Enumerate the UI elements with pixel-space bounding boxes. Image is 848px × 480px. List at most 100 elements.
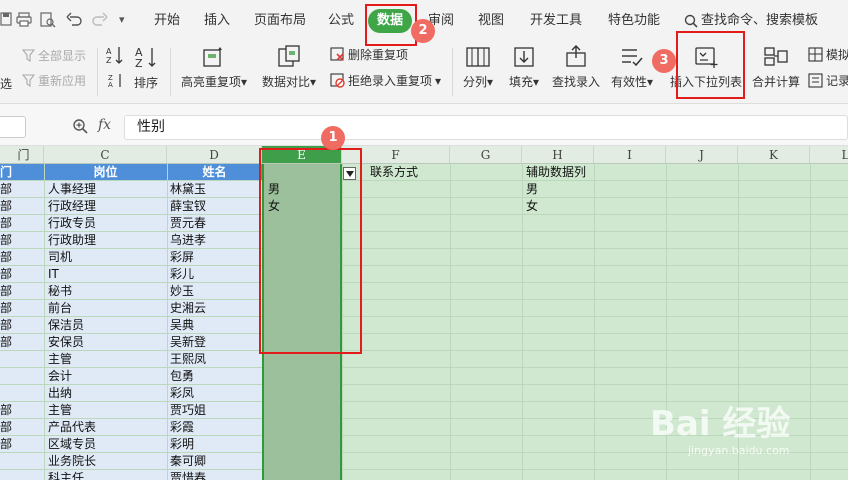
worksheet-grid[interactable]: 门 C D E F G H I J K L 门岗位姓名性别联系方式辅助数据列部人… [0,146,848,480]
cell-name[interactable]: 史湘云 [167,300,262,316]
filter-dropdown-button[interactable] [343,167,356,180]
cell-name[interactable]: 彩霞 [167,419,262,435]
cell-name[interactable]: 贾惜春 [167,470,262,480]
zoom-icon[interactable] [72,118,88,137]
cell-position[interactable]: 保洁员 [44,317,167,333]
cell-name[interactable]: 包勇 [167,368,262,384]
formula-input[interactable]: 性别 [124,115,848,140]
column-header-k[interactable]: K [738,146,810,164]
tab-data[interactable]: 数据 [368,9,412,33]
cell-name[interactable]: 吴新登 [167,334,262,350]
cell-name[interactable]: 彩凤 [167,385,262,401]
cell-name[interactable]: 彩屏 [167,249,262,265]
highlight-duplicates-button[interactable]: 高亮重复项▾ [178,45,250,90]
column-header-b[interactable]: 门 [0,146,44,164]
cell-gender[interactable]: 女 [268,198,338,214]
tab-insert[interactable]: 插入 [204,12,230,30]
show-all-button[interactable]: 全部显示 [22,47,86,64]
cell-position[interactable]: 科主任 [44,470,167,480]
header-cell-contact[interactable]: 联系方式 [370,164,450,180]
column-header-i[interactable]: I [594,146,666,164]
column-header-f[interactable]: F [342,146,450,164]
cell-position[interactable]: 会计 [44,368,167,384]
fill-button[interactable]: 填充▾ [504,45,544,90]
cell-position[interactable]: 区域专员 [44,436,167,452]
name-box[interactable] [0,116,26,138]
cell-department[interactable]: 部 [0,249,44,265]
cell-department[interactable]: 部 [0,181,44,197]
cell-department[interactable] [0,470,44,480]
ribbon-select-fragment[interactable]: 选 [0,75,12,92]
cell-name[interactable]: 彩明 [167,436,262,452]
cell-position[interactable]: IT [44,266,167,282]
sort-ascending-button[interactable]: AZ [106,45,124,65]
cell-department[interactable]: 部 [0,198,44,214]
save-icon[interactable] [0,12,12,29]
column-header-h[interactable]: H [522,146,594,164]
header-cell-position[interactable]: 岗位 [44,164,167,180]
tab-special[interactable]: 特色功能 [608,12,660,30]
cell-position[interactable]: 安保员 [44,334,167,350]
cell-position[interactable]: 主管 [44,402,167,418]
cell-position[interactable]: 秘书 [44,283,167,299]
customize-toolbar-icon[interactable]: ▾ [119,12,125,28]
remove-duplicates-button[interactable]: 删除重复项 [330,46,408,63]
cell-position[interactable]: 业务院长 [44,453,167,469]
cell-position[interactable]: 前台 [44,300,167,316]
cell-name[interactable]: 薛宝钗 [167,198,262,214]
cell-department[interactable]: 部 [0,334,44,350]
cell-department[interactable]: 部 [0,317,44,333]
cell-gender[interactable]: 男 [268,181,338,197]
custom-sort-small-button[interactable]: ZA [108,72,124,88]
cell-department[interactable]: 部 [0,436,44,452]
cell-department[interactable]: 部 [0,215,44,231]
fx-icon[interactable]: fx [98,117,111,133]
cell-name[interactable]: 彩儿 [167,266,262,282]
column-header-j[interactable]: J [666,146,738,164]
data-compare-button[interactable]: 数据对比▾ [258,45,320,90]
cell-department[interactable]: 部 [0,419,44,435]
undo-icon[interactable] [66,12,82,29]
split-column-button[interactable]: 分列▾ [458,45,498,90]
cell-department[interactable] [0,385,44,401]
cell-position[interactable]: 行政专员 [44,215,167,231]
cell-position[interactable]: 产品代表 [44,419,167,435]
cell-position[interactable]: 行政助理 [44,232,167,248]
tab-developer[interactable]: 开发工具 [530,12,582,30]
record-button[interactable]: 记录 [808,72,848,89]
cell-department[interactable] [0,368,44,384]
cell-position[interactable]: 行政经理 [44,198,167,214]
cell-aux-data[interactable]: 男 [526,181,594,197]
header-cell-b[interactable]: 门 [0,164,44,180]
tab-view[interactable]: 视图 [478,12,504,30]
cell-position[interactable]: 人事经理 [44,181,167,197]
lookup-entry-button[interactable]: 查找录入 [550,45,602,90]
column-header-c[interactable]: C [44,146,167,164]
column-header-d[interactable]: D [167,146,262,164]
cell-name[interactable]: 乌进孝 [167,232,262,248]
cell-position[interactable]: 司机 [44,249,167,265]
cell-department[interactable]: 部 [0,232,44,248]
column-header-g[interactable]: G [450,146,522,164]
header-cell-aux-data[interactable]: 辅助数据列 [526,164,594,180]
print-icon[interactable] [16,12,32,30]
cell-department[interactable]: 部 [0,402,44,418]
cell-name[interactable]: 妙玉 [167,283,262,299]
redo-icon[interactable] [92,12,108,29]
command-search[interactable]: 查找命令、搜索模板 [684,12,818,30]
tab-formulas[interactable]: 公式 [328,12,354,30]
insert-dropdown-list-button[interactable]: 插入下拉列表 [668,45,744,90]
header-cell-name[interactable]: 姓名 [167,164,262,180]
validity-button[interactable]: 有效性▾ [608,45,656,90]
cell-name[interactable]: 贾巧姐 [167,402,262,418]
print-preview-icon[interactable] [40,12,56,31]
tab-home[interactable]: 开始 [154,12,180,30]
simulate-button[interactable]: 模拟 [808,46,848,63]
sort-button[interactable]: 排序 [134,74,158,91]
sort-descending-button[interactable]: AZ [134,45,158,69]
cell-department[interactable] [0,351,44,367]
cell-position[interactable]: 主管 [44,351,167,367]
reject-duplicates-button[interactable]: 拒绝录入重复项 ▾ [330,72,441,89]
cell-position[interactable]: 出纳 [44,385,167,401]
cell-department[interactable]: 部 [0,283,44,299]
